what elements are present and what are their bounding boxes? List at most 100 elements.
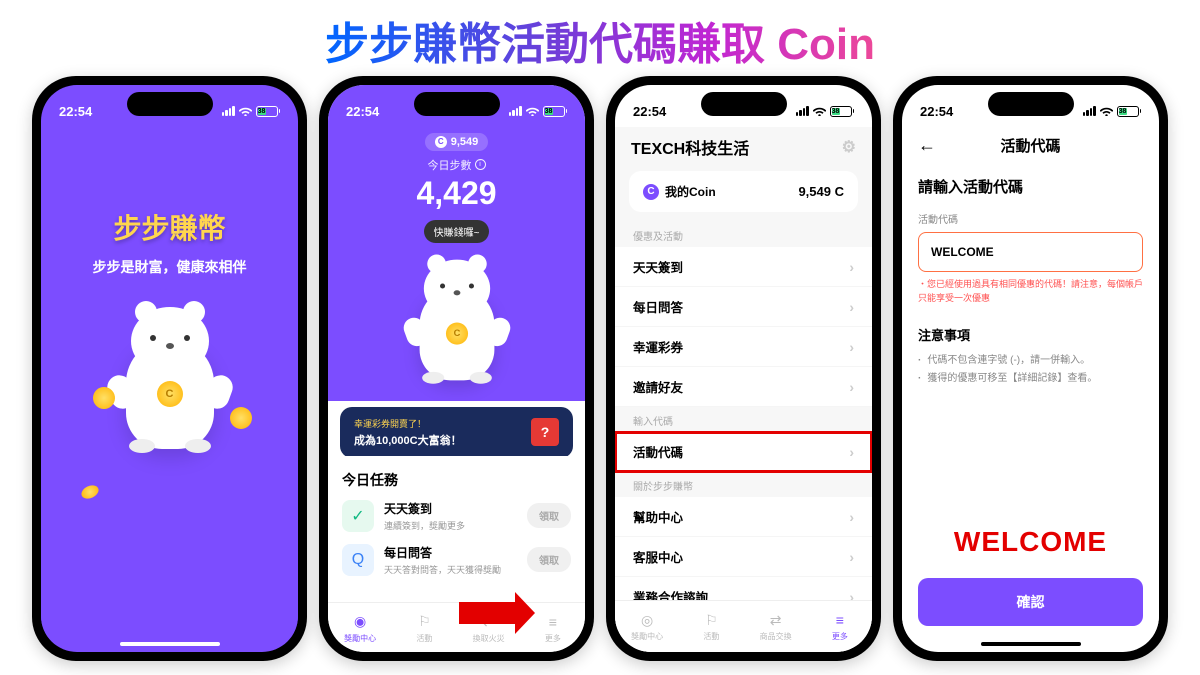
welcome-stamp: WELCOME (918, 526, 1143, 558)
steps-value: 4,429 (328, 175, 585, 212)
status-time: 22:54 (59, 104, 92, 119)
splash-subtitle: 步步是財富，健康來相伴 (93, 257, 247, 277)
notch-icon (414, 92, 500, 116)
chevron-right-icon: › (849, 549, 854, 565)
mascot-icon: C (115, 307, 225, 449)
tab-activities[interactable]: ⚐活動 (392, 603, 456, 653)
signal-icon (796, 106, 809, 116)
notch-icon (988, 92, 1074, 116)
page-title: TEXCH科技生活 (631, 135, 749, 159)
flag-icon: ⚐ (415, 613, 433, 631)
field-label: 活動代碼 (918, 211, 1143, 226)
phone-4: 22:54 38 ← 活動代碼 請輸入活動代碼 活動代碼 WELCOME ・您已經… (893, 76, 1168, 661)
status-time: 22:54 (920, 104, 953, 119)
notes-title: 注意事項 (918, 325, 1143, 344)
tab-more[interactable]: ≡更多 (808, 601, 872, 652)
banner-text: 步步賺幣活動代碼賺取 Coin (325, 20, 875, 69)
home-indicator (981, 642, 1081, 646)
menu-item-promo-code[interactable]: 活動代碼› (615, 432, 872, 472)
splash-title: 步步賺幣 (113, 207, 225, 247)
tab-rewards[interactable]: ◉獎勵中心 (328, 603, 392, 653)
coin-value: 9,549 C (798, 184, 844, 199)
menu-item-lottery[interactable]: 幸運彩券› (615, 327, 872, 367)
mascot-icon: C (410, 259, 504, 380)
status-time: 22:54 (346, 104, 379, 119)
code-input[interactable]: WELCOME (918, 232, 1143, 272)
quiz-icon: Q (342, 544, 374, 576)
battery-icon: 38 (830, 106, 855, 117)
checkin-icon: ✓ (342, 500, 374, 532)
phone-3: 22:54 38 TEXCH科技生活 ⚙ C我的Coin 9,549 C 優惠及活… (606, 76, 881, 661)
battery-icon: 38 (256, 106, 281, 117)
home-indicator (120, 642, 220, 646)
back-icon[interactable]: ← (918, 135, 936, 156)
menu-icon: ≡ (831, 611, 849, 629)
wifi-icon (526, 106, 539, 116)
promo-code-screen: ← 活動代碼 請輸入活動代碼 活動代碼 WELCOME ・您已經使用過具有相同優惠… (902, 127, 1159, 638)
home-screen: C9,549 今日步數i 4,429 快賺錢囉~ C 幸運彩券開賣了！成為10,… (328, 127, 585, 652)
chevron-right-icon: › (849, 444, 854, 460)
chevron-right-icon: › (849, 259, 854, 275)
task-row[interactable]: ✓ 天天簽到連續簽到，獎勵更多 領取 (342, 500, 571, 532)
menu-item-business[interactable]: 業務合作諮詢› (615, 577, 872, 600)
signal-icon (509, 106, 522, 116)
section-label: 優惠及活動 (615, 222, 872, 247)
page-title: 活動代碼 (1000, 135, 1060, 156)
gift-icon: ⇄ (767, 611, 785, 629)
tabbar: ◎獎勵中心 ⚐活動 ⇄商品交換 ≡更多 (615, 600, 872, 652)
splash-screen: 步步賺幣 步步是財富，健康來相伴 C (41, 127, 298, 638)
arrow-annotation-icon (459, 602, 517, 624)
confirm-button[interactable]: 確認 (918, 578, 1143, 626)
status-time: 22:54 (633, 104, 666, 119)
tasks-title: 今日任務 (342, 470, 571, 490)
section-label: 輸入代碼 (615, 407, 872, 432)
coin-card[interactable]: C我的Coin 9,549 C (629, 171, 858, 212)
coin-icon: ◎ (638, 611, 656, 629)
phone-2: 22:54 38 C9,549 今日步數i 4,429 快賺錢囉~ (319, 76, 594, 661)
chevron-right-icon: › (849, 509, 854, 525)
coin-balance-pill[interactable]: C9,549 (425, 133, 489, 151)
tab-activities[interactable]: ⚐活動 (679, 601, 743, 652)
menu-item-invite[interactable]: 邀請好友› (615, 367, 872, 407)
tab-rewards[interactable]: ◎獎勵中心 (615, 601, 679, 652)
gear-icon[interactable]: ⚙ (842, 137, 856, 157)
wifi-icon (1100, 106, 1113, 116)
steps-label: 今日步數 (428, 157, 472, 173)
wifi-icon (239, 106, 252, 116)
wifi-icon (813, 106, 826, 116)
claim-button[interactable]: 領取 (527, 547, 571, 572)
menu-item-quiz[interactable]: 每日問答› (615, 287, 872, 327)
info-icon[interactable]: i (475, 159, 486, 170)
banner: 步步賺幣活動代碼賺取 Coin (0, 0, 1200, 76)
chevron-right-icon: › (849, 339, 854, 355)
notch-icon (701, 92, 787, 116)
promo-card[interactable]: 幸運彩券開賣了！成為10,000C大富翁！ (340, 407, 573, 458)
note-item: 獲得的優惠可移至【詳細記錄】查看。 (918, 370, 1143, 388)
menu-item-help[interactable]: 幫助中心› (615, 497, 872, 537)
envelope-icon (531, 418, 559, 446)
tab-exchange[interactable]: ⇄商品交換 (744, 601, 808, 652)
notch-icon (127, 92, 213, 116)
phone-1: 22:54 38 步步賺幣 步步是財富，健康來相伴 C (32, 76, 307, 661)
signal-icon (222, 106, 235, 116)
menu-icon: ≡ (544, 613, 562, 631)
task-row[interactable]: Q 每日問答天天答對問答，天天獲得獎勵 領取 (342, 544, 571, 576)
prompt-label: 請輸入活動代碼 (918, 176, 1143, 197)
menu-item-checkin[interactable]: 天天簽到› (615, 247, 872, 287)
tabbar: ◉獎勵中心 ⚐活動 ⇄換取火災 ≡更多 (328, 602, 585, 653)
error-text: ・您已經使用過具有相同優惠的代碼！請注意，每個帳戶只能享受一次優惠 (918, 278, 1143, 305)
battery-icon: 38 (1117, 106, 1142, 117)
section-label: 關於步步賺幣 (615, 472, 872, 497)
battery-icon: 38 (543, 106, 568, 117)
chevron-right-icon: › (849, 379, 854, 395)
coin-icon (79, 483, 100, 501)
note-item: 代碼不包含連字號 (-)，請一併輸入。 (918, 352, 1143, 370)
coin-icon: ◉ (351, 613, 369, 631)
flag-icon: ⚐ (702, 611, 720, 629)
menu-item-support[interactable]: 客服中心› (615, 537, 872, 577)
chevron-right-icon: › (849, 589, 854, 601)
coin-icon: C (643, 184, 659, 200)
claim-button[interactable]: 領取 (527, 503, 571, 528)
signal-icon (1083, 106, 1096, 116)
speech-bubble: 快賺錢囉~ (424, 220, 490, 243)
